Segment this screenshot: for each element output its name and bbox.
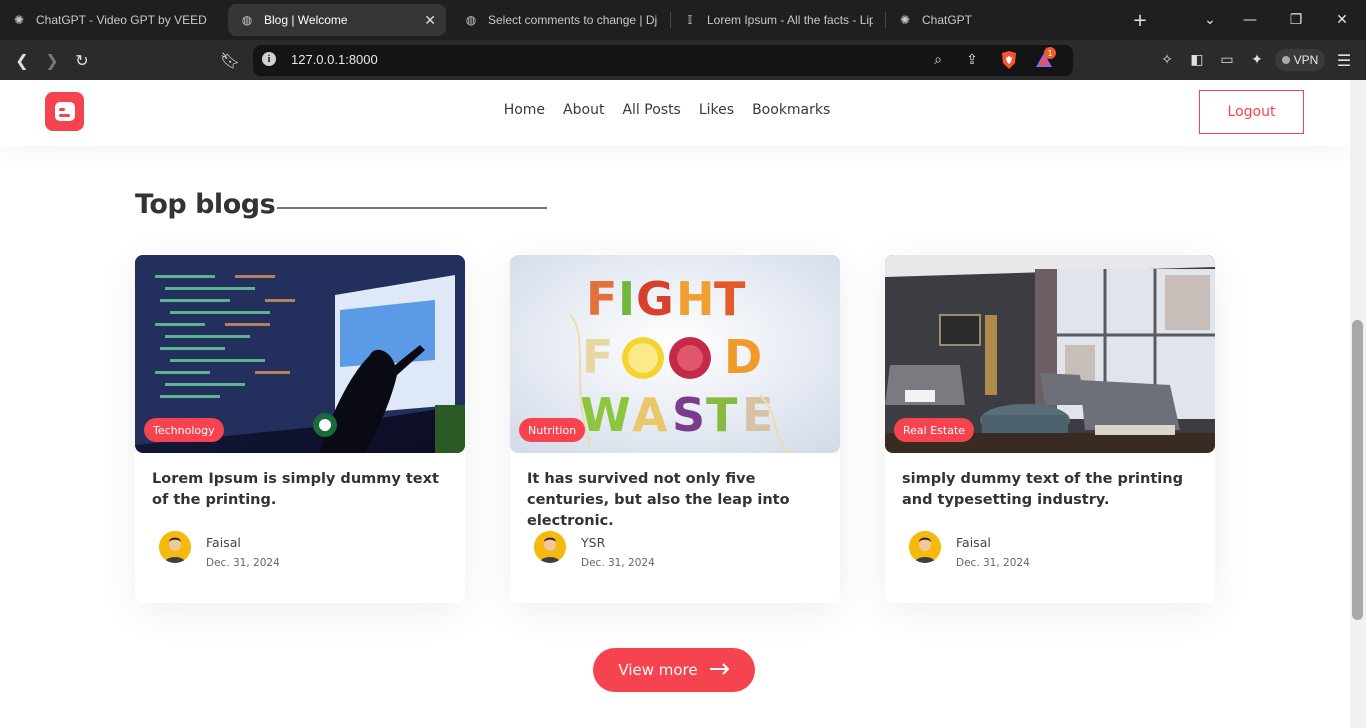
lipsum-icon: 𝕀 — [687, 13, 693, 27]
tab-chatgpt[interactable]: ✺ ChatGPT — [886, 4, 1096, 36]
svg-text:T: T — [706, 388, 738, 442]
section-title: Top blogs — [135, 189, 276, 220]
tab-title: ChatGPT - Video GPT by VEED — [36, 13, 207, 27]
category-tag[interactable]: Real Estate — [894, 418, 975, 442]
view-more-button[interactable]: View more — [593, 648, 755, 692]
restore-icon[interactable]: ❐ — [1276, 0, 1316, 40]
tab-title: Blog | Welcome — [264, 13, 348, 27]
extensions-icon[interactable]: ✧ — [1157, 50, 1177, 70]
author-name: YSR — [581, 535, 606, 550]
svg-text:D: D — [724, 330, 762, 384]
post-date: Dec. 31, 2024 — [206, 557, 280, 569]
category-tag[interactable]: Nutrition — [519, 418, 586, 442]
view-more-label: View more — [618, 661, 698, 679]
wallet-icon[interactable]: ▭ — [1217, 50, 1237, 70]
url-text[interactable]: 127.0.0.1:8000 — [291, 52, 378, 67]
post-title[interactable]: It has survived not only five centuries,… — [527, 469, 827, 532]
tab-lorem-ipsum[interactable]: 𝕀 Lorem Ipsum - All the facts - Lips — [671, 4, 885, 36]
svg-text:E: E — [742, 388, 773, 442]
svg-text:F: F — [586, 272, 617, 326]
svg-text:A: A — [632, 388, 668, 442]
minimize-icon[interactable]: — — [1230, 0, 1270, 40]
logout-button[interactable]: Logout — [1199, 90, 1304, 134]
blog-card[interactable]: FIG HT FD WASTE Nutrition It has survive… — [510, 255, 840, 603]
main-nav: Home About All Posts Likes Bookmarks — [0, 102, 1334, 118]
openai-icon: ✺ — [13, 13, 25, 27]
vpn-label: VPN — [1293, 53, 1319, 67]
arrow-right-icon — [709, 661, 730, 679]
nav-bookmarks[interactable]: Bookmarks — [752, 102, 830, 118]
author-avatar — [909, 531, 941, 563]
globe-icon: ◍ — [465, 13, 477, 27]
author-avatar — [159, 531, 191, 563]
site-info-icon[interactable]: i — [262, 52, 276, 66]
svg-text:S: S — [672, 388, 705, 442]
site-navbar: Home About All Posts Likes Bookmarks Log… — [0, 80, 1350, 146]
vpn-button[interactable]: VPN — [1275, 49, 1325, 71]
post-date: Dec. 31, 2024 — [581, 557, 655, 569]
menu-icon[interactable]: ☰ — [1334, 50, 1354, 70]
close-window-icon[interactable]: ✕ — [1322, 0, 1362, 40]
svg-text:F: F — [582, 330, 613, 384]
back-icon[interactable]: ❮ — [7, 40, 37, 80]
tab-search-chevron-icon[interactable]: ⌄ — [1190, 0, 1230, 40]
svg-text:G: G — [636, 272, 674, 326]
vpn-status-dot — [1281, 56, 1290, 64]
forward-icon[interactable]: ❯ — [37, 40, 67, 80]
category-tag[interactable]: Technology — [144, 418, 224, 442]
tab-chatgpt-veed[interactable]: ✺ ChatGPT - Video GPT by VEED — [0, 4, 222, 36]
nav-all-posts[interactable]: All Posts — [622, 102, 680, 118]
author-name: Faisal — [206, 535, 241, 550]
blog-card[interactable]: Real Estate simply dummy text of the pri… — [885, 255, 1215, 603]
author-avatar — [534, 531, 566, 563]
notification-badge: 1 — [1044, 47, 1056, 59]
nav-likes[interactable]: Likes — [699, 102, 734, 118]
svg-text:H: H — [676, 272, 715, 326]
openai-icon: ✺ — [899, 13, 911, 27]
post-title[interactable]: simply dummy text of the printing and ty… — [902, 469, 1202, 511]
reload-icon[interactable]: ↻ — [67, 40, 97, 80]
svg-text:I: I — [618, 272, 635, 326]
post-title[interactable]: Lorem Ipsum is simply dummy text of the … — [152, 469, 452, 511]
nav-about[interactable]: About — [563, 102, 604, 118]
scrollbar-thumb[interactable] — [1352, 320, 1363, 620]
bookmark-icon[interactable]: 🔖︎ — [215, 40, 245, 80]
tab-title: Lorem Ipsum - All the facts - Lips — [707, 13, 873, 27]
post-date: Dec. 31, 2024 — [956, 557, 1030, 569]
tab-django-admin[interactable]: ◍ Select comments to change | Dja — [452, 4, 670, 36]
globe-icon: ◍ — [241, 13, 253, 27]
svg-text:T: T — [714, 272, 746, 326]
title-divider — [277, 207, 547, 209]
close-tab-icon[interactable]: ✕ — [424, 12, 436, 29]
share-icon[interactable]: ⇪ — [962, 50, 982, 70]
zoom-icon[interactable]: ⌕ — [928, 50, 948, 70]
browser-tab-strip: ✺ ChatGPT - Video GPT by VEED ◍ Blog | W… — [0, 0, 1366, 40]
page-viewport: Home About All Posts Likes Bookmarks Log… — [0, 80, 1350, 728]
sidebar-icon[interactable]: ◧ — [1187, 50, 1207, 70]
tab-blog-welcome[interactable]: ◍ Blog | Welcome ✕ — [228, 4, 446, 36]
leo-ai-icon[interactable]: ✦ — [1247, 50, 1267, 70]
tab-title: Select comments to change | Dja — [488, 13, 658, 27]
author-name: Faisal — [956, 535, 991, 550]
tab-title: ChatGPT — [922, 13, 973, 27]
blog-card[interactable]: Technology Lorem Ipsum is simply dummy t… — [135, 255, 465, 603]
brave-shield-icon[interactable] — [999, 50, 1019, 70]
nav-home[interactable]: Home — [504, 102, 545, 118]
new-tab-button[interactable]: + — [1120, 0, 1160, 40]
